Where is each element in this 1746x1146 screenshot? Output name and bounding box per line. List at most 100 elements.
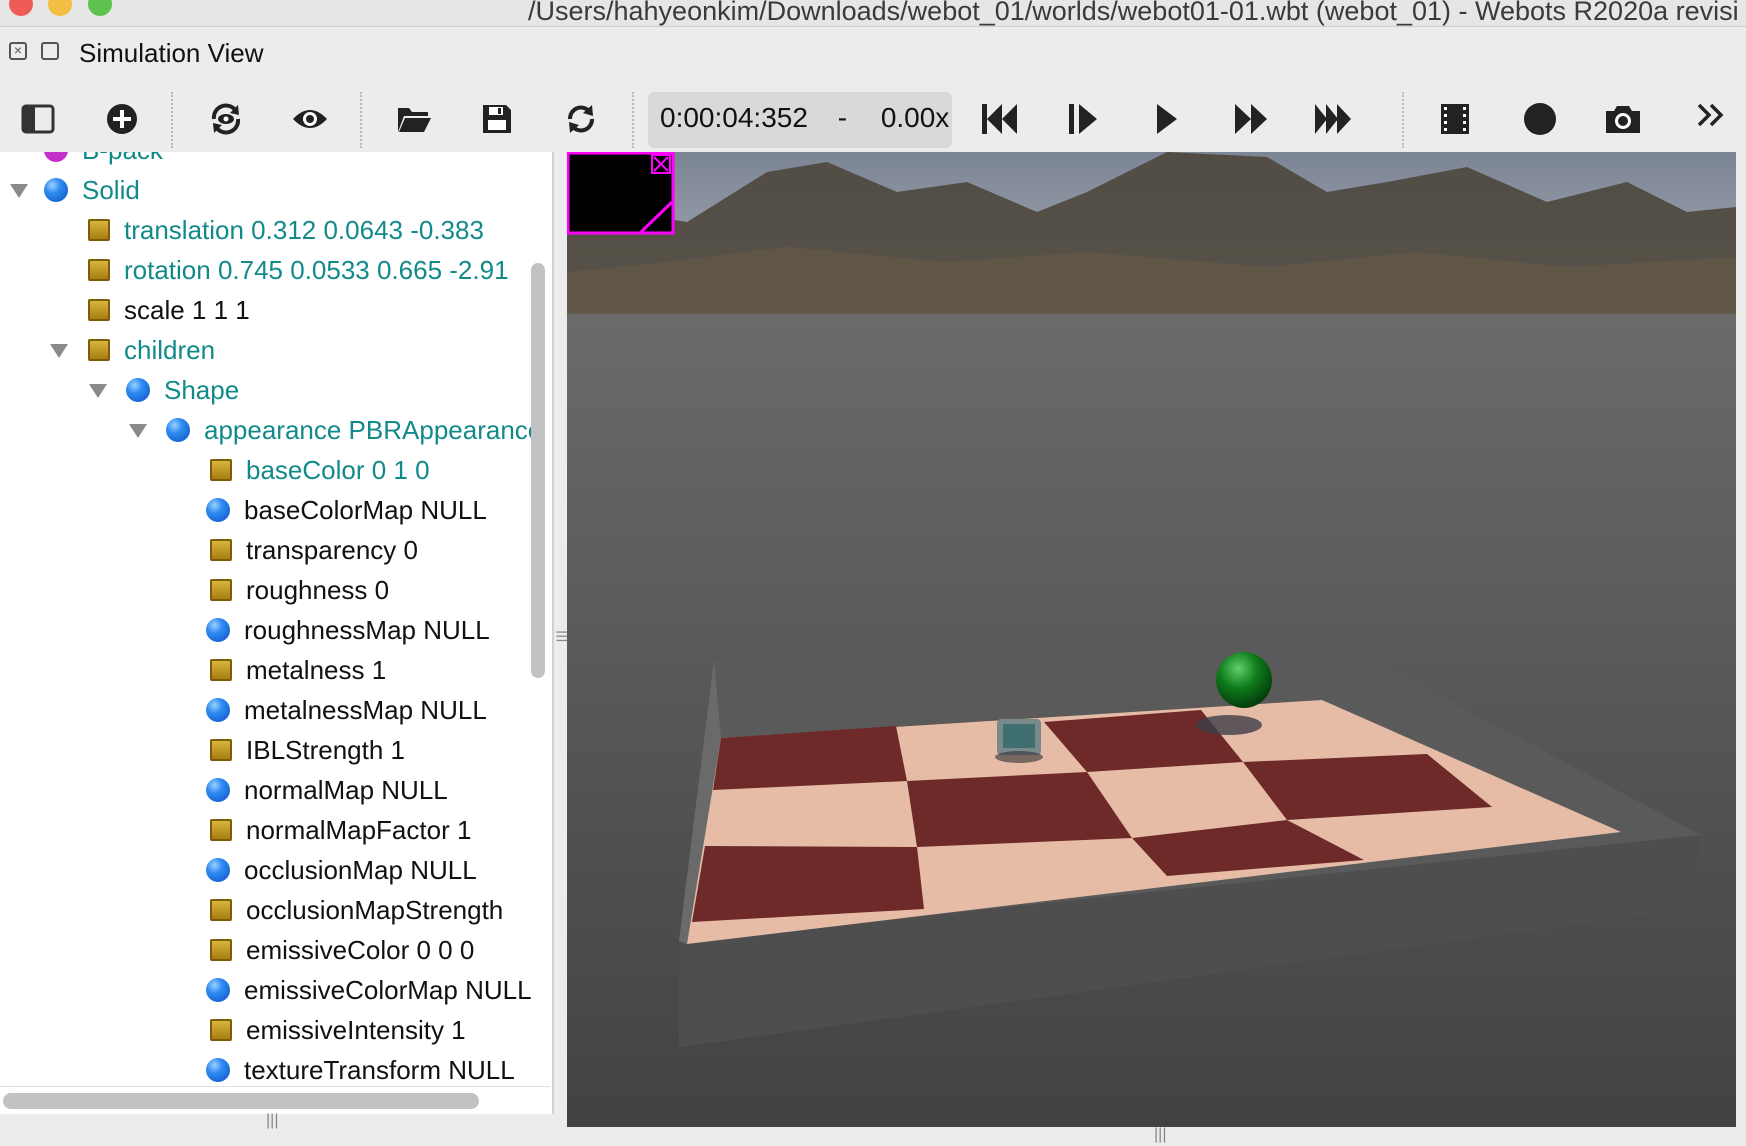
sidebar-panel-icon [21, 104, 55, 134]
e-puck-robot[interactable] [995, 719, 1043, 763]
green-ball[interactable] [1216, 652, 1272, 708]
simulation-time-display: 0:00:04:352 - 0.00x [648, 92, 952, 148]
tree-row-label: baseColor 0 1 0 [246, 454, 430, 485]
minimize-window-button[interactable] [48, 0, 72, 16]
sphere-node-icon [206, 1058, 230, 1082]
tree-row-label: transparency 0 [246, 534, 418, 565]
viewpoint-rotate-icon [211, 103, 241, 135]
field-icon [210, 459, 232, 481]
play-icon [1157, 104, 1177, 134]
sphere-node-icon [206, 778, 230, 802]
tree-row[interactable]: transparency 0 [210, 530, 418, 570]
window-titlebar: /Users/hahyeonkim/Downloads/webot_01/wor… [0, 0, 1746, 27]
sphere-node-icon [206, 978, 230, 1002]
tree-row[interactable]: occlusionMapStrength [210, 890, 503, 930]
tree-row[interactable]: roughnessMap NULL [206, 610, 490, 650]
tree-row[interactable]: metalnessMap NULL [206, 690, 487, 730]
field-icon [88, 219, 110, 241]
3d-viewport[interactable] [567, 152, 1736, 1127]
save-world-button[interactable] [474, 96, 520, 142]
field-icon [210, 579, 232, 601]
reload-world-button[interactable] [558, 96, 604, 142]
field-icon [88, 339, 110, 361]
run-fast-button[interactable] [1228, 96, 1274, 142]
simulation-speed: 0.00x [880, 102, 950, 133]
add-circle-icon [107, 104, 137, 134]
tree-row[interactable]: translation 0.312 0.0643 -0.383 [88, 210, 484, 250]
open-world-button[interactable] [391, 96, 437, 142]
overlay-camera-view[interactable] [567, 152, 675, 235]
tree-row[interactable]: appearance PBRAppearance [166, 410, 542, 450]
take-screenshot-button[interactable] [1600, 96, 1646, 142]
tree-row[interactable]: emissiveColorMap NULL [206, 970, 532, 1010]
toolbar-separator [360, 92, 362, 148]
tree-row-label: Shape [164, 374, 240, 405]
field-icon [210, 939, 232, 961]
tree-row[interactable]: normalMap NULL [206, 770, 448, 810]
more-tools-button[interactable] [1688, 92, 1734, 138]
tree-row[interactable]: emissiveIntensity 1 [210, 1010, 466, 1050]
3d-scene[interactable] [567, 152, 1736, 1127]
tree-row-label: emissiveColorMap NULL [244, 974, 532, 1005]
tree-row[interactable]: baseColor 0 1 0 [210, 450, 430, 490]
viewport-splitter-handle[interactable]: ||| [1154, 1126, 1166, 1144]
tree-horizontal-scrollbar[interactable] [3, 1093, 479, 1109]
close-panel-icon[interactable]: × [9, 42, 27, 60]
run-fastest-button[interactable] [1310, 96, 1356, 142]
expand-arrow-icon[interactable] [129, 424, 147, 438]
zoom-window-button[interactable] [88, 0, 112, 16]
close-window-button[interactable] [9, 0, 33, 16]
field-icon [210, 819, 232, 841]
step-button[interactable] [1060, 96, 1106, 142]
expand-arrow-icon[interactable] [89, 384, 107, 398]
tree-row[interactable]: roughness 0 [210, 570, 389, 610]
view-options-button[interactable] [287, 96, 333, 142]
tree-row-label: occlusionMapStrength [246, 894, 504, 925]
toolbar-separator [1402, 92, 1404, 148]
tree-row[interactable]: Shape [126, 370, 239, 410]
eye-icon [293, 110, 327, 128]
tree-row[interactable]: metalness 1 [210, 650, 386, 690]
camera-icon [1606, 106, 1640, 133]
reset-simulation-button[interactable] [976, 96, 1022, 142]
tree-row-label: occlusionMap NULL [244, 854, 477, 885]
tree-row[interactable]: textureTransform NULL [206, 1050, 515, 1090]
expand-arrow-icon[interactable] [10, 184, 28, 198]
ball-shadow [1196, 715, 1262, 735]
floor-tile-dark [692, 846, 924, 922]
panel-title: Simulation View [79, 38, 264, 68]
tree-row[interactable]: Solid [44, 170, 140, 210]
tree-row[interactable]: emissiveColor 0 0 0 [210, 930, 474, 970]
tree-row[interactable]: children [88, 330, 215, 370]
film-strip-icon [1441, 104, 1469, 134]
field-icon [210, 739, 232, 761]
sphere-node-icon [206, 858, 230, 882]
tree-row-label: Solid [82, 174, 140, 205]
tree-row[interactable]: rotation 0.745 0.0533 0.665 -2.91 [88, 250, 509, 290]
simulation-time: 0:00:04:352 [660, 102, 808, 133]
tree-row-partial[interactable]: B-pack [44, 152, 163, 170]
robot-node-icon [44, 152, 68, 162]
add-node-button[interactable] [99, 96, 145, 142]
tree-row[interactable]: occlusionMap NULL [206, 850, 477, 890]
bottom-splitter-handle[interactable]: ||| [266, 1112, 278, 1130]
sphere-node-icon [206, 498, 230, 522]
tree-row[interactable]: baseColorMap NULL [206, 490, 487, 530]
tree-row[interactable]: scale 1 1 1 [88, 290, 250, 330]
make-movie-button[interactable] [1432, 96, 1478, 142]
field-icon [88, 299, 110, 321]
tree-row[interactable]: IBLStrength 1 [210, 730, 405, 770]
record-animation-button[interactable] [1517, 96, 1563, 142]
reset-viewpoint-button[interactable] [203, 96, 249, 142]
field-icon [210, 1019, 232, 1041]
run-realtime-button[interactable] [1144, 96, 1190, 142]
expand-arrow-icon[interactable] [50, 344, 68, 358]
float-panel-icon[interactable] [41, 42, 59, 60]
tree-vertical-scrollbar[interactable] [531, 263, 545, 678]
tree-row-label: IBLStrength 1 [246, 734, 405, 765]
tree-row[interactable]: normalMapFactor 1 [210, 810, 471, 850]
time-readout: 0:00:04:352 - 0.00x [660, 102, 949, 134]
show-scene-tree-button[interactable] [15, 96, 61, 142]
scene-tree[interactable]: B-pack Solid translation 0.312 0.0643 -0.… [0, 152, 554, 1114]
tree-row-label: translation 0.312 0.0643 -0.383 [124, 214, 484, 245]
